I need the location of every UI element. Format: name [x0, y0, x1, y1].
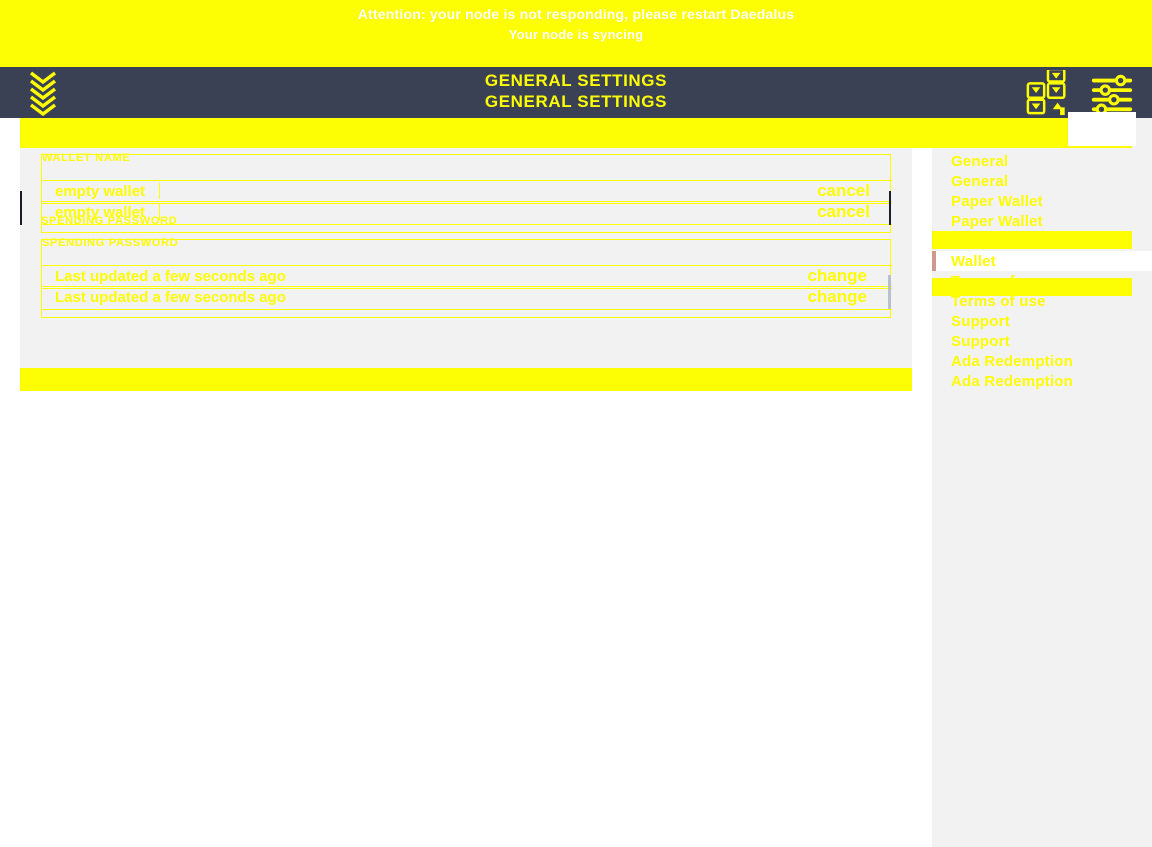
overlay-band-menu-1 [932, 231, 1132, 249]
wallet-name-input-value[interactable]: empty wallet [55, 183, 145, 200]
settings-menu-item-support-duplicate[interactable]: Support [932, 331, 1152, 351]
settings-menu-item-ada-redemption-duplicate[interactable]: Ada Redemption [932, 371, 1152, 391]
settings-menu-item-label: Support [951, 332, 1010, 350]
wallets-grid-icon[interactable] [1016, 67, 1080, 118]
node-status-banner: Attention: your node is not responding, … [0, 0, 1152, 71]
settings-menu-item-wallet-active[interactable]: Wallet [932, 251, 1152, 271]
settings-menu-item-label: General [951, 172, 1009, 190]
spending-password-status-text-duplicate: Last updated a few seconds ago [55, 289, 286, 306]
settings-menu-item-label: Wallet [951, 252, 996, 270]
settings-menu-item-general[interactable]: General [932, 151, 1152, 171]
settings-menu-item-paper-wallet-duplicate[interactable]: Paper Wallet [932, 211, 1152, 231]
settings-menu: General General Paper Wallet Paper Walle… [932, 118, 1152, 847]
spending-password-change-button[interactable]: change [807, 266, 867, 286]
password-row-edge-right [888, 275, 891, 309]
overlay-notch-navbar [1068, 112, 1136, 146]
banner-primary-text: Attention: your node is not responding, … [357, 6, 795, 22]
settings-menu-item-label: Ada Redemption [951, 352, 1073, 370]
spending-password-status-row-duplicate[interactable]: Last updated a few seconds ago change [42, 286, 892, 310]
app-window: Attention: your node is not responding, … [0, 0, 1152, 847]
wallet-name-cancel-button-duplicate[interactable]: cancel [817, 202, 870, 222]
settings-menu-item-label: General [951, 152, 1009, 170]
input-focus-edge-left [20, 191, 22, 225]
wallet-name-cancel-button[interactable]: cancel [817, 181, 870, 201]
overlay-band-menu-2 [932, 278, 1132, 296]
input-focus-edge-right [889, 191, 891, 225]
settings-menu-item-support[interactable]: Support [932, 311, 1152, 331]
settings-menu-item-label: Support [951, 312, 1010, 330]
page-title-text-duplicate: GENERAL SETTINGS [484, 92, 668, 111]
spending-password-status-text: Last updated a few seconds ago [55, 268, 286, 285]
settings-menu-item-label: Paper Wallet [951, 192, 1043, 210]
settings-menu-item-paper-wallet[interactable]: Paper Wallet [932, 191, 1152, 211]
page-title-text: GENERAL SETTINGS [484, 71, 668, 90]
text-caret [159, 183, 160, 199]
settings-menu-item-ada-redemption[interactable]: Ada Redemption [932, 351, 1152, 371]
spending-password-setting: SPENDING PASSWORD SPENDING PASSWORD Last… [41, 215, 892, 318]
overlay-band-bottom [20, 368, 912, 391]
settings-menu-item-label: Ada Redemption [951, 372, 1073, 390]
settings-menu-item-label: Paper Wallet [951, 212, 1043, 230]
spending-password-label: SPENDING PASSWORD [41, 215, 178, 227]
spending-password-label-duplicate: SPENDING PASSWORD [42, 237, 179, 249]
page-title: GENERAL SETTINGS GENERAL SETTINGS [0, 67, 1152, 118]
spending-password-change-button-duplicate[interactable]: change [807, 287, 867, 307]
spending-password-field-box: SPENDING PASSWORD Last updated a few sec… [41, 237, 892, 318]
overlay-notch-left [0, 118, 20, 146]
overlay-band-top [20, 118, 1132, 148]
top-navbar: GENERAL SETTINGS GENERAL SETTINGS [0, 67, 1152, 118]
banner-secondary-text: Your node is syncing [508, 27, 644, 42]
settings-content-panel: WALLET NAME WALLET NAME empty wallet can… [20, 118, 912, 391]
settings-sliders-icon[interactable] [1080, 67, 1144, 118]
wallet-name-label-duplicate: WALLET NAME [42, 152, 131, 164]
settings-menu-item-general-duplicate[interactable]: General [932, 171, 1152, 191]
navbar-actions [1016, 67, 1144, 118]
